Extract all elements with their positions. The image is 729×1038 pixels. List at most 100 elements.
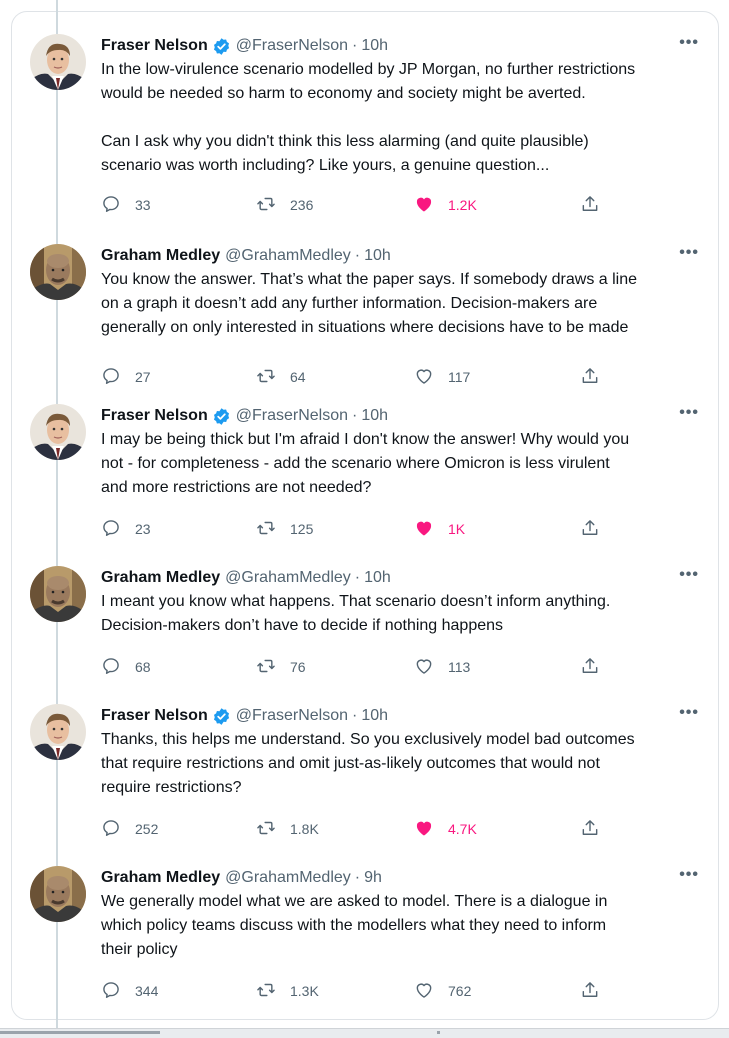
tweet-text: We generally model what we are asked to … — [101, 893, 608, 958]
reply-button[interactable]: 33 — [101, 193, 151, 217]
retweet-count: 236 — [290, 197, 314, 213]
author-handle[interactable]: @GrahamMedley — [225, 569, 351, 587]
reply-button[interactable]: 27 — [101, 365, 151, 389]
author-name[interactable]: Fraser Nelson — [101, 37, 208, 55]
heart-icon — [414, 194, 434, 217]
like-count: 762 — [448, 983, 472, 999]
verified-badge-icon — [212, 407, 231, 426]
tweet-header: Graham Medley @GrahamMedley · 9h ••• — [101, 866, 699, 890]
tweet-header: Fraser Nelson @FraserNelson · 10h ••• — [101, 704, 699, 728]
tweet-text: You know the answer. That’s what the pap… — [101, 271, 638, 336]
reply-button[interactable]: 68 — [101, 655, 151, 679]
timestamp[interactable]: 10h — [361, 407, 388, 425]
retweet-count: 125 — [290, 521, 314, 537]
share-button[interactable] — [580, 517, 600, 541]
avatar[interactable] — [30, 566, 86, 622]
author-handle[interactable]: @FraserNelson — [236, 707, 348, 725]
reply-count: 252 — [135, 821, 159, 837]
retweet-button[interactable]: 76 — [256, 655, 306, 679]
tweet[interactable]: Graham Medley @GrahamMedley · 9h ••• We … — [0, 866, 729, 1016]
tweet[interactable]: Graham Medley @GrahamMedley · 10h ••• Yo… — [0, 244, 729, 394]
share-button[interactable] — [580, 365, 600, 389]
tweet-text: I meant you know what happens. That scen… — [101, 593, 611, 634]
tweet-header: Fraser Nelson @FraserNelson · 10h ••• — [101, 404, 699, 428]
share-button[interactable] — [580, 193, 600, 217]
separator: · — [354, 569, 361, 586]
share-button[interactable] — [580, 979, 600, 1003]
retweet-count: 1.3K — [290, 983, 319, 999]
more-icon[interactable]: ••• — [679, 566, 699, 584]
like-button[interactable]: 1.2K — [414, 193, 477, 217]
like-button[interactable]: 762 — [414, 979, 471, 1003]
tweet[interactable]: Graham Medley @GrahamMedley · 10h ••• I … — [0, 566, 729, 716]
more-icon[interactable]: ••• — [679, 404, 699, 422]
tweet-actions: 252 1.8K 4.7K — [101, 817, 621, 841]
share-button[interactable] — [580, 817, 600, 841]
tweet-actions: 27 64 117 — [101, 365, 621, 389]
share-button[interactable] — [580, 655, 600, 679]
retweet-button[interactable]: 64 — [256, 365, 306, 389]
reply-icon — [101, 518, 121, 541]
heart-icon — [414, 818, 434, 841]
author-handle[interactable]: @FraserNelson — [236, 37, 348, 55]
author-name[interactable]: Fraser Nelson — [101, 407, 208, 425]
retweet-button[interactable]: 1.8K — [256, 817, 319, 841]
retweet-button[interactable]: 236 — [256, 193, 313, 217]
more-icon[interactable]: ••• — [679, 244, 699, 262]
author-name[interactable]: Graham Medley — [101, 869, 220, 887]
retweet-button[interactable]: 1.3K — [256, 979, 319, 1003]
reply-count: 344 — [135, 983, 159, 999]
avatar[interactable] — [30, 404, 86, 460]
tweet[interactable]: Fraser Nelson @FraserNelson · 10h ••• In… — [0, 34, 729, 213]
author-name[interactable]: Fraser Nelson — [101, 707, 208, 725]
avatar[interactable] — [30, 244, 86, 300]
heart-icon — [414, 980, 434, 1003]
timestamp[interactable]: 10h — [364, 247, 391, 265]
timestamp[interactable]: 10h — [361, 707, 388, 725]
reply-count: 33 — [135, 197, 151, 213]
retweet-icon — [256, 518, 276, 541]
reply-button[interactable]: 252 — [101, 817, 158, 841]
author-handle[interactable]: @FraserNelson — [236, 407, 348, 425]
avatar[interactable] — [30, 866, 86, 922]
retweet-icon — [256, 980, 276, 1003]
reply-button[interactable]: 344 — [101, 979, 158, 1003]
more-icon[interactable]: ••• — [679, 866, 699, 884]
tweet-text: Thanks, this helps me understand. So you… — [101, 731, 635, 796]
tweet[interactable]: Fraser Nelson @FraserNelson · 10h ••• I … — [0, 404, 729, 554]
avatar[interactable] — [30, 34, 86, 90]
avatar[interactable] — [30, 704, 86, 760]
scrollbar-thumb[interactable] — [0, 1031, 160, 1034]
retweet-button[interactable]: 125 — [256, 517, 313, 541]
separator: · — [352, 707, 358, 724]
timestamp[interactable]: 10h — [364, 569, 391, 587]
timestamp[interactable]: 9h — [364, 869, 382, 887]
retweet-count: 64 — [290, 369, 306, 385]
reply-icon — [101, 656, 121, 679]
like-button[interactable]: 117 — [414, 365, 470, 389]
share-icon — [580, 194, 600, 217]
tweet-text: In the low-virulence scenario modelled b… — [101, 61, 636, 174]
verified-badge-icon — [212, 707, 231, 726]
tweet-header: Graham Medley @GrahamMedley · 10h ••• — [101, 566, 699, 590]
tweet-text: I may be being thick but I'm afraid I do… — [101, 431, 630, 496]
more-icon[interactable]: ••• — [679, 704, 699, 722]
reply-icon — [101, 366, 121, 389]
reply-button[interactable]: 23 — [101, 517, 151, 541]
tweet-actions: 68 76 113 — [101, 655, 621, 679]
like-count: 113 — [448, 659, 471, 675]
reply-count: 23 — [135, 521, 151, 537]
like-button[interactable]: 113 — [414, 655, 470, 679]
author-handle[interactable]: @GrahamMedley — [225, 869, 351, 887]
like-button[interactable]: 4.7K — [414, 817, 477, 841]
author-name[interactable]: Graham Medley — [101, 569, 220, 587]
tweet-actions: 33 236 1.2K — [101, 193, 621, 217]
tweet[interactable]: Fraser Nelson @FraserNelson · 10h ••• Th… — [0, 704, 729, 854]
scrollbar-marker — [437, 1031, 440, 1034]
author-name[interactable]: Graham Medley — [101, 247, 220, 265]
share-icon — [580, 656, 600, 679]
author-handle[interactable]: @GrahamMedley — [225, 247, 351, 265]
more-icon[interactable]: ••• — [679, 34, 699, 52]
timestamp[interactable]: 10h — [361, 37, 388, 55]
like-button[interactable]: 1K — [414, 517, 465, 541]
